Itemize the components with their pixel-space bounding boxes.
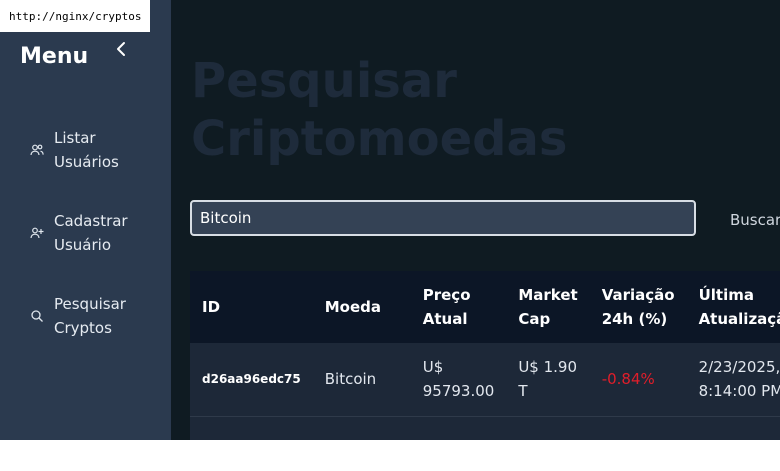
sidebar: http://nginx/cryptos Menu Listar Usuário… [0, 0, 171, 440]
cell-last-update [687, 416, 780, 440]
cell-change-24h: -0.84% [601, 370, 655, 389]
menu-title: Menu [20, 44, 89, 69]
column-header-coin[interactable]: Moeda [313, 271, 411, 343]
column-header-change-24h[interactable]: Variação 24h (%) [590, 271, 687, 343]
cell-market-cap: U$ 1.90 T [518, 358, 578, 401]
cell-coin [313, 416, 411, 440]
sidebar-item-label: Cadastrar Usuário [54, 212, 128, 254]
cell-id: d26aa96edc75 [202, 372, 301, 387]
table-row[interactable]: d26aa96edc75 Bitcoin U$ 95793.00 U$ 1.90… [190, 343, 780, 416]
search-input[interactable] [190, 200, 696, 236]
app-viewport: http://nginx/cryptos Menu Listar Usuário… [0, 0, 780, 440]
search-icon [30, 309, 44, 323]
sidebar-item-cadastrar-usuario[interactable]: Cadastrar Usuário [30, 209, 165, 257]
chevron-left-icon [117, 42, 125, 56]
user-plus-icon [30, 226, 44, 240]
column-header-id[interactable]: ID [190, 271, 313, 343]
url-tooltip: http://nginx/cryptos [0, 0, 151, 32]
sidebar-item-label: Pesquisar Cryptos [54, 295, 126, 337]
results-table-container: ID Moeda Preço Atual Market Cap Variação… [190, 271, 780, 440]
main-content: Pesquisar Criptomoedas Buscar ID Moeda P… [171, 0, 780, 440]
search-button[interactable]: Buscar [720, 200, 780, 240]
sidebar-item-listar-usuarios[interactable]: Listar Usuários [30, 126, 165, 174]
users-icon [30, 143, 44, 157]
column-header-market-cap[interactable]: Market Cap [506, 271, 589, 343]
column-header-price[interactable]: Preço Atual [411, 271, 507, 343]
sidebar-item-pesquisar-cryptos[interactable]: Pesquisar Cryptos [30, 292, 165, 340]
column-header-last-update[interactable]: Última Atualização [687, 271, 780, 343]
cell-id [190, 416, 313, 440]
cell-change-24h [590, 416, 687, 440]
table-header-row: ID Moeda Preço Atual Market Cap Variação… [190, 271, 780, 343]
table-row[interactable]: U$ [190, 416, 780, 440]
sidebar-item-label: Listar Usuários [54, 129, 119, 171]
collapse-sidebar-button[interactable] [110, 38, 132, 60]
cell-price: U$ 95793.00 [422, 358, 495, 401]
cell-price [411, 416, 507, 440]
cell-last-update: 2/23/2025, 8:14:00 PM [698, 358, 780, 401]
cell-market-cap: U$ [506, 416, 589, 440]
cell-coin: Bitcoin [324, 370, 377, 389]
page-title: Pesquisar Criptomoedas [191, 53, 568, 167]
results-table: ID Moeda Preço Atual Market Cap Variação… [190, 271, 780, 440]
